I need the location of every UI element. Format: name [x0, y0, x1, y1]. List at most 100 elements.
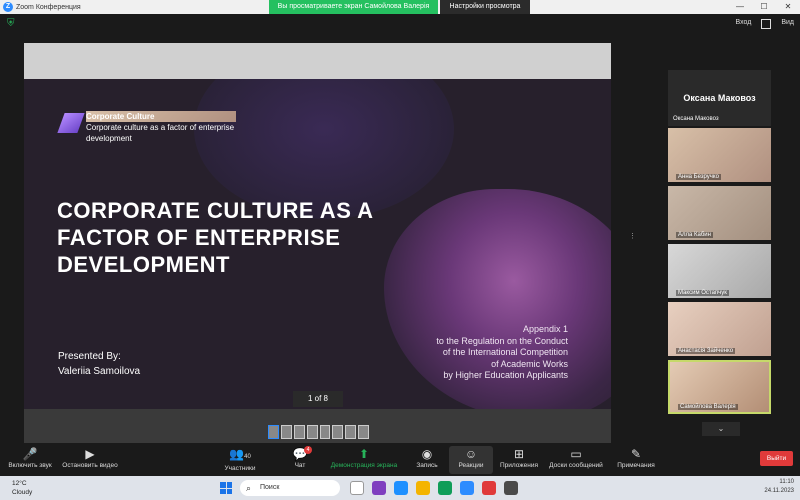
windows-start-icon[interactable]: [220, 482, 232, 494]
participants-count: 40: [244, 454, 251, 460]
share-screen-icon: ⬆: [358, 447, 370, 461]
close-button[interactable]: ✕: [776, 0, 800, 14]
notes-button[interactable]: ✎ Примечания: [612, 446, 660, 474]
participant-gallery: Оксана Маковоз Оксана Маковоз Анна Безру…: [668, 70, 771, 420]
zoom-taskbar-icon[interactable]: [460, 481, 474, 495]
whiteboard-icon: ▭: [570, 447, 582, 461]
app-icon[interactable]: [438, 481, 452, 495]
record-icon: ◉: [421, 447, 433, 461]
participant-name: Анна Безручко: [676, 174, 721, 180]
weather-temperature: 12°C: [12, 480, 27, 487]
slide-thumbnail[interactable]: [306, 425, 318, 439]
app-icon[interactable]: [372, 481, 386, 495]
active-speaker-label: Оксана Маковоз: [673, 116, 719, 122]
os-taskbar: 12°C Cloudy ⌕ Поиск 11:10 24.11.2023: [0, 476, 800, 500]
taskbar-search-input[interactable]: ⌕ Поиск: [240, 480, 340, 496]
appendix-line: by Higher Education Applicants: [443, 370, 568, 380]
whiteboards-button[interactable]: ▭ Доски сообщений: [544, 446, 608, 474]
slide-thumbnail[interactable]: [332, 425, 344, 439]
slide-presenter-block: Presented By: Valeriia Samoilova: [58, 349, 140, 379]
apps-label: Приложения: [499, 462, 539, 469]
resize-handle-icon[interactable]: ⋮: [629, 232, 637, 248]
appendix-line: of Academic Works: [491, 358, 568, 369]
slide-appendix: Appendix 1 to the Regulation on the Cond…: [436, 324, 568, 382]
video-label: Остановить видео: [62, 462, 118, 469]
app-icon[interactable]: [482, 481, 496, 495]
share-screen-button[interactable]: ⬆ Демонстрация экрана: [328, 446, 400, 474]
meeting-toolbar: 🎤 Включить звук ▶ Остановить видео 👥40 У…: [0, 444, 800, 476]
unmute-button[interactable]: 🎤 Включить звук: [4, 446, 56, 474]
presented-by-label: Presented By:: [58, 351, 121, 362]
chat-bubble-icon: 💬: [292, 447, 308, 461]
video-button[interactable]: ▶ Остановить видео: [58, 446, 122, 474]
task-view-icon[interactable]: [350, 481, 364, 495]
exit-fullscreen-button[interactable]: Вход: [735, 19, 751, 29]
whiteboards-label: Доски сообщений: [549, 462, 603, 469]
participant-tile[interactable]: Анастасія Зайченко: [668, 302, 771, 356]
slide-thumbnail[interactable]: [268, 425, 279, 439]
slide-logo-icon: [57, 113, 85, 133]
window-title: Zoom Конференция: [16, 3, 81, 11]
slide-header: Corporate Culture Corporate culture as a…: [86, 111, 236, 144]
security-shield-icon[interactable]: ⛨: [7, 18, 17, 30]
appendix-line: Appendix 1: [522, 324, 568, 334]
slide-thumbnails[interactable]: [266, 423, 371, 441]
participant-name: Анастасія Зайченко: [676, 348, 736, 354]
minimize-button[interactable]: —: [728, 0, 752, 14]
video-camera-icon: ▶: [85, 447, 95, 461]
search-icon: ⌕: [246, 483, 252, 493]
participant-tile[interactable]: Самойлова Валерія: [668, 360, 771, 414]
window-controls: — ☐ ✕: [728, 0, 800, 14]
mic-muted-icon: 🎤: [22, 447, 38, 461]
weather-condition: Cloudy: [12, 489, 33, 496]
slide-title: CORPORATE CULTURE AS A FACTOR OF ENTERPR…: [57, 198, 373, 277]
chat-badge: 4: [304, 446, 312, 454]
screen-share-banner: Вы просматриваете экран Самойлова Валері…: [269, 0, 438, 14]
record-button[interactable]: ◉ Запись: [410, 446, 444, 474]
appendix-line: to the Regulation on the Conduct: [436, 335, 568, 346]
participant-name: Алла Кабин: [676, 232, 713, 238]
participants-button[interactable]: 👥40 Участники: [218, 446, 262, 474]
participant-name: Самойлова Валерія: [678, 404, 738, 410]
slide-thumbnail[interactable]: [319, 425, 331, 439]
weather-widget[interactable]: 12°C Cloudy: [12, 479, 32, 497]
slide-thumbnail[interactable]: [293, 425, 305, 439]
slide-thumbnail[interactable]: [358, 425, 369, 439]
file-explorer-icon[interactable]: [416, 481, 430, 495]
edge-browser-icon[interactable]: [394, 481, 408, 495]
chat-button[interactable]: 💬 4 Чат: [282, 446, 318, 474]
view-settings-button[interactable]: Настройки просмотра: [440, 0, 530, 14]
grid-view-icon[interactable]: [761, 19, 772, 29]
unmute-label: Включить звук: [8, 462, 52, 469]
zoom-logo-icon: Z: [3, 2, 13, 12]
participants-label: Участники: [224, 465, 256, 472]
participant-tile[interactable]: Максим Остапчук: [668, 244, 771, 298]
chat-label: Чат: [294, 462, 306, 469]
apps-icon: ⊞: [513, 447, 525, 461]
meeting-topbar: ⛨ Вход Вид: [0, 14, 800, 36]
participants-icon: 👥40: [229, 447, 251, 461]
notes-label: Примечания: [617, 462, 655, 469]
taskbar-apps: [350, 481, 518, 495]
system-tray[interactable]: 11:10 24.11.2023: [764, 478, 794, 496]
participant-tile[interactable]: Анна Безручко: [668, 128, 771, 182]
shared-screen-toolbar-area: [24, 43, 611, 79]
participant-tile[interactable]: Алла Кабин: [668, 186, 771, 240]
reactions-button[interactable]: ☺ Реакции: [449, 446, 493, 474]
leave-meeting-button[interactable]: Выйти: [760, 451, 793, 466]
slide-header-title: Corporate Culture: [86, 111, 236, 122]
apps-button[interactable]: ⊞ Приложения: [496, 446, 542, 474]
participant-name: Максим Остапчук: [676, 290, 729, 296]
maximize-button[interactable]: ☐: [752, 0, 776, 14]
reactions-label: Реакции: [458, 462, 484, 469]
slide-thumbnail[interactable]: [280, 425, 292, 439]
app-icon[interactable]: [504, 481, 518, 495]
slide-header-subtitle: Corporate culture as a factor of enterpr…: [86, 123, 235, 143]
clock-date: 24.11.2023: [764, 488, 794, 494]
gallery-scroll-down-icon[interactable]: ⌄: [702, 422, 740, 436]
record-label: Запись: [416, 462, 438, 469]
view-button[interactable]: Вид: [781, 19, 794, 29]
active-speaker-name: Оксана Маковоз: [683, 93, 756, 103]
slide-thumbnail[interactable]: [345, 425, 357, 439]
notes-icon: ✎: [630, 447, 642, 461]
